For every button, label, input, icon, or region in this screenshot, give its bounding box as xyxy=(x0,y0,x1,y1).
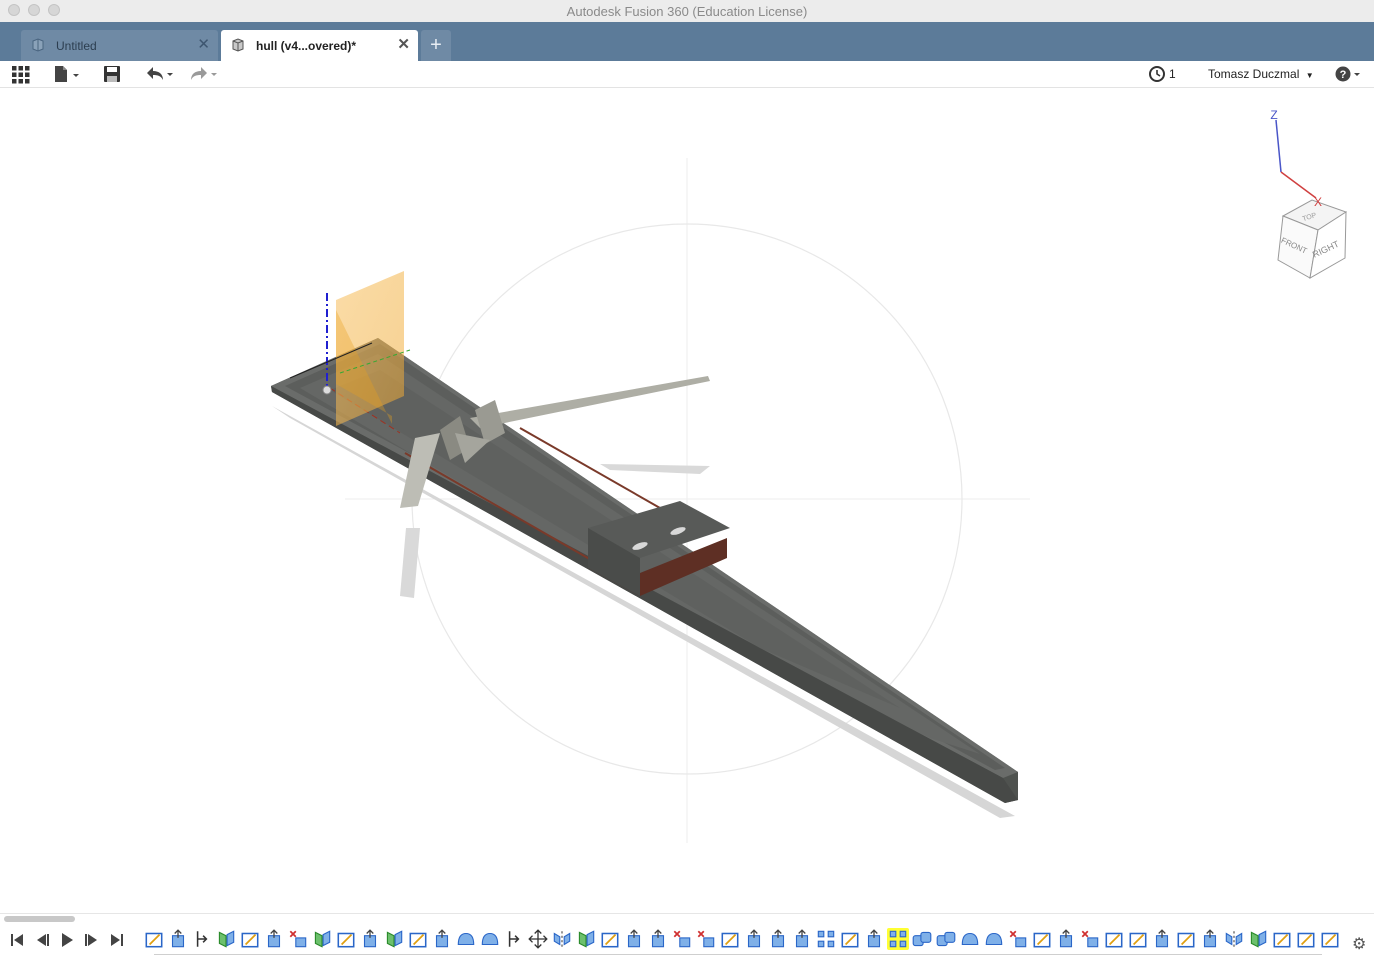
sketch-feature-icon[interactable] xyxy=(599,928,621,950)
sketch-feature-icon[interactable] xyxy=(239,928,261,950)
sketch-feature-icon[interactable] xyxy=(719,928,741,950)
extrude-feature-icon[interactable] xyxy=(647,928,669,950)
extrude-feature-icon[interactable] xyxy=(167,928,189,950)
gear-icon[interactable]: ⚙ xyxy=(1352,934,1366,954)
undo-icon[interactable] xyxy=(143,64,175,84)
pattern-feature-icon[interactable] xyxy=(887,928,909,950)
play-icon[interactable] xyxy=(59,932,75,948)
user-name: Tomasz Duczmal xyxy=(1208,67,1300,81)
user-account-menu[interactable]: Tomasz Duczmal ▼ xyxy=(1208,67,1314,81)
mirror-feature-icon[interactable] xyxy=(1223,928,1245,950)
window-title: Autodesk Fusion 360 (Education License) xyxy=(566,4,808,19)
sketch-feature-icon[interactable] xyxy=(1031,928,1053,950)
shell-feature-icon[interactable] xyxy=(983,928,1005,950)
combine-feature-icon[interactable] xyxy=(935,928,957,950)
viewcube[interactable]: TOP FRONT RIGHT Z X xyxy=(1270,108,1348,279)
split-body-feature-icon[interactable] xyxy=(383,928,405,950)
document-tab-bar: Untitled ✕ hull (v4...overed)* ✕ xyxy=(0,22,1374,61)
sketch-feature-icon[interactable] xyxy=(839,928,861,950)
delete-feature-icon[interactable] xyxy=(287,928,309,950)
app-grid-icon[interactable] xyxy=(11,64,31,84)
extrude-feature-icon[interactable] xyxy=(1055,928,1077,950)
combine-feature-icon[interactable] xyxy=(911,928,933,950)
extrude-feature-icon[interactable] xyxy=(1199,928,1221,950)
split-body-feature-icon[interactable] xyxy=(1247,928,1269,950)
joint-feature-icon[interactable] xyxy=(503,928,525,950)
shell-feature-icon[interactable] xyxy=(479,928,501,950)
extrude-feature-icon[interactable] xyxy=(359,928,381,950)
delete-feature-icon[interactable] xyxy=(1007,928,1029,950)
timeline-track xyxy=(154,954,1322,955)
window-titlebar: Autodesk Fusion 360 (Education License) xyxy=(0,0,1374,23)
skip-to-end-icon[interactable] xyxy=(109,932,125,948)
save-icon[interactable] xyxy=(103,64,121,84)
extrude-feature-icon[interactable] xyxy=(431,928,453,950)
shell-feature-icon[interactable] xyxy=(959,928,981,950)
job-count[interactable]: 1 xyxy=(1169,67,1176,81)
timeline-bar: ⚙ xyxy=(0,913,1374,964)
redo-icon[interactable] xyxy=(187,64,219,84)
skip-to-start-icon[interactable] xyxy=(9,932,25,948)
move-feature-icon[interactable] xyxy=(527,928,549,950)
delete-feature-icon[interactable] xyxy=(695,928,717,950)
extrude-feature-icon[interactable] xyxy=(263,928,285,950)
pattern-feature-icon[interactable] xyxy=(815,928,837,950)
sketch-feature-icon[interactable] xyxy=(1271,928,1293,950)
help-icon[interactable]: ? xyxy=(1335,64,1363,84)
split-body-feature-icon[interactable] xyxy=(575,928,597,950)
delete-feature-icon[interactable] xyxy=(671,928,693,950)
joint-feature-icon[interactable] xyxy=(191,928,213,950)
component-icon xyxy=(232,38,244,52)
sketch-feature-icon[interactable] xyxy=(1127,928,1149,950)
extrude-feature-icon[interactable] xyxy=(1151,928,1173,950)
extrude-feature-icon[interactable] xyxy=(623,928,645,950)
step-back-icon[interactable] xyxy=(34,932,50,948)
axis-z-label: Z xyxy=(1270,108,1277,122)
delete-feature-icon[interactable] xyxy=(1079,928,1101,950)
sketch-feature-icon[interactable] xyxy=(335,928,357,950)
tab-hull[interactable]: hull (v4...overed)* ✕ xyxy=(221,30,418,61)
tab-label: Untitled xyxy=(56,39,97,53)
canvas-viewport[interactable]: TOP FRONT RIGHT Z X xyxy=(0,88,1374,913)
sketch-feature-icon[interactable] xyxy=(143,928,165,950)
extrude-feature-icon[interactable] xyxy=(743,928,765,950)
axis-x-label: X xyxy=(1314,195,1322,209)
sketch-feature-icon[interactable] xyxy=(1175,928,1197,950)
extrude-feature-icon[interactable] xyxy=(863,928,885,950)
split-body-feature-icon[interactable] xyxy=(311,928,333,950)
chevron-down-icon: ▼ xyxy=(1305,71,1314,80)
mirror-feature-icon[interactable] xyxy=(551,928,573,950)
extrude-feature-icon[interactable] xyxy=(791,928,813,950)
close-tab-icon[interactable]: ✕ xyxy=(197,37,210,52)
tab-untitled[interactable]: Untitled ✕ xyxy=(21,30,218,61)
step-forward-icon[interactable] xyxy=(84,932,100,948)
sketch-feature-icon[interactable] xyxy=(1319,928,1341,950)
job-status-icon[interactable] xyxy=(1148,64,1166,84)
svg-text:?: ? xyxy=(1340,69,1347,81)
timeline-scrollbar[interactable] xyxy=(4,916,75,922)
shell-feature-icon[interactable] xyxy=(455,928,477,950)
sketch-feature-icon[interactable] xyxy=(407,928,429,950)
sketch-feature-icon[interactable] xyxy=(1295,928,1317,950)
close-tab-icon[interactable]: ✕ xyxy=(397,37,410,52)
hull-shadow xyxy=(272,406,1015,818)
document-icon xyxy=(32,38,44,52)
sketch-feature-icon[interactable] xyxy=(1103,928,1125,950)
tab-label: hull (v4...overed)* xyxy=(256,39,357,53)
extrude-feature-icon[interactable] xyxy=(767,928,789,950)
new-tab-button[interactable]: + xyxy=(421,30,451,61)
model-canvas[interactable]: TOP FRONT RIGHT Z X xyxy=(0,88,1374,913)
file-menu-icon[interactable] xyxy=(53,64,81,84)
top-toolbar: 1 Tomasz Duczmal ▼ ? xyxy=(0,61,1374,88)
split-body-feature-icon[interactable] xyxy=(215,928,237,950)
